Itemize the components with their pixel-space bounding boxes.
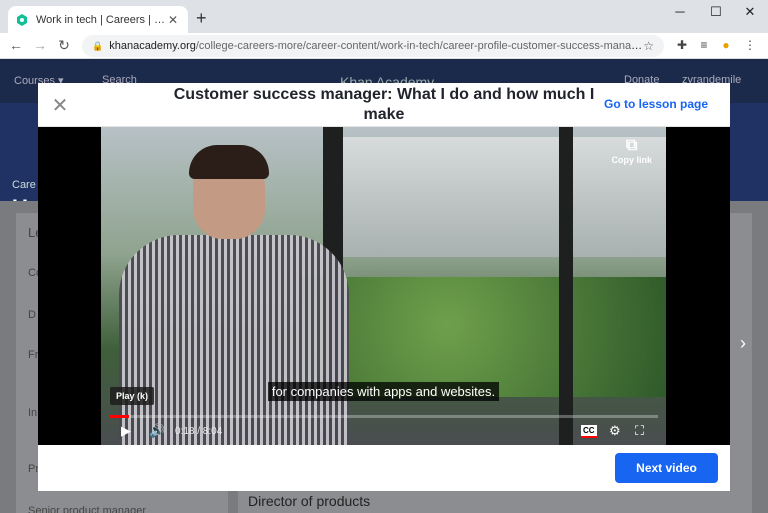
forward-arrow-icon[interactable]: → (32, 37, 48, 53)
reload-icon[interactable]: ↻ (56, 37, 72, 54)
minimize-button[interactable]: ─ (670, 4, 690, 19)
close-window-button[interactable]: ✕ (740, 4, 760, 20)
play-icon[interactable]: ▶ (121, 423, 131, 439)
go-to-lesson-link[interactable]: Go to lesson page (604, 97, 708, 111)
copy-link-button[interactable]: ⧉ Copy link (611, 137, 652, 165)
next-video-button[interactable]: Next video (615, 453, 718, 483)
extensions-puzzle-icon[interactable]: ✚ (674, 38, 690, 52)
menu-kebab-icon[interactable]: ⋮ (742, 38, 758, 52)
section-heading: Director of products (248, 493, 371, 509)
url-text: khanacademy.org/college-careers-more/car… (109, 40, 643, 52)
maximize-button[interactable]: ☐ (706, 4, 726, 20)
play-tooltip: Play (k) (110, 387, 155, 405)
video-frame[interactable]: ⧉ Copy link for companies with apps and … (101, 127, 666, 445)
volume-icon[interactable]: 🔊 (149, 423, 165, 439)
tab-close-icon[interactable]: ✕ (166, 13, 180, 27)
caption-text: for companies with apps and websites. (267, 382, 500, 401)
lock-icon: 🔒 (92, 40, 104, 51)
video-scene-person-body (119, 235, 349, 445)
modal-footer: Next video (38, 445, 730, 491)
copy-icon: ⧉ (626, 137, 638, 154)
copy-link-label: Copy link (611, 155, 652, 165)
video-caption: for companies with apps and websites. (101, 382, 666, 401)
bookmark-star-icon[interactable]: ☆ (643, 39, 654, 53)
sidebar-item[interactable]: D (28, 309, 36, 321)
new-tab-button[interactable]: + (196, 8, 207, 29)
url-host: khanacademy.org (109, 40, 196, 52)
video-player[interactable]: ⧉ Copy link for companies with apps and … (38, 127, 730, 445)
back-arrow-icon[interactable]: ← (8, 37, 24, 53)
progress-bar[interactable] (109, 415, 658, 418)
chevron-right-icon[interactable]: › (740, 333, 746, 354)
captions-icon[interactable]: CC (581, 425, 597, 438)
profile-avatar-icon[interactable]: ● (718, 38, 734, 52)
progress-fill (109, 415, 130, 418)
browser-tab-strip: Work in tech | Careers | College, c ✕ + … (0, 0, 768, 33)
video-title: Customer success manager: What I do and … (173, 86, 595, 123)
address-bar[interactable]: 🔒 khanacademy.org/college-careers-more/c… (82, 35, 664, 57)
video-scene-person-hair (189, 145, 269, 179)
breadcrumb: Care (12, 179, 36, 191)
settings-gear-icon[interactable]: ⚙ (609, 423, 621, 439)
fullscreen-icon[interactable]: ⛶ (635, 423, 644, 439)
video-modal: ✕ Customer success manager: What I do an… (38, 83, 730, 491)
sidebar-item[interactable]: Senior product manager (28, 505, 146, 513)
close-icon[interactable]: ✕ (50, 93, 70, 118)
video-scene-greenery (301, 277, 666, 397)
khan-academy-favicon (17, 13, 27, 26)
tab-title: Work in tech | Careers | College, c (36, 13, 166, 26)
browser-toolbar: ← → ↻ 🔒 khanacademy.org/college-careers-… (0, 33, 768, 59)
modal-header: ✕ Customer success manager: What I do an… (38, 83, 730, 127)
time-display: 0:18 / 8:04 (175, 426, 223, 437)
url-path: /college-careers-more/career-content/wor… (195, 40, 644, 52)
browser-tab[interactable]: Work in tech | Careers | College, c ✕ (8, 6, 188, 33)
reading-list-icon[interactable]: ≡ (696, 38, 712, 52)
